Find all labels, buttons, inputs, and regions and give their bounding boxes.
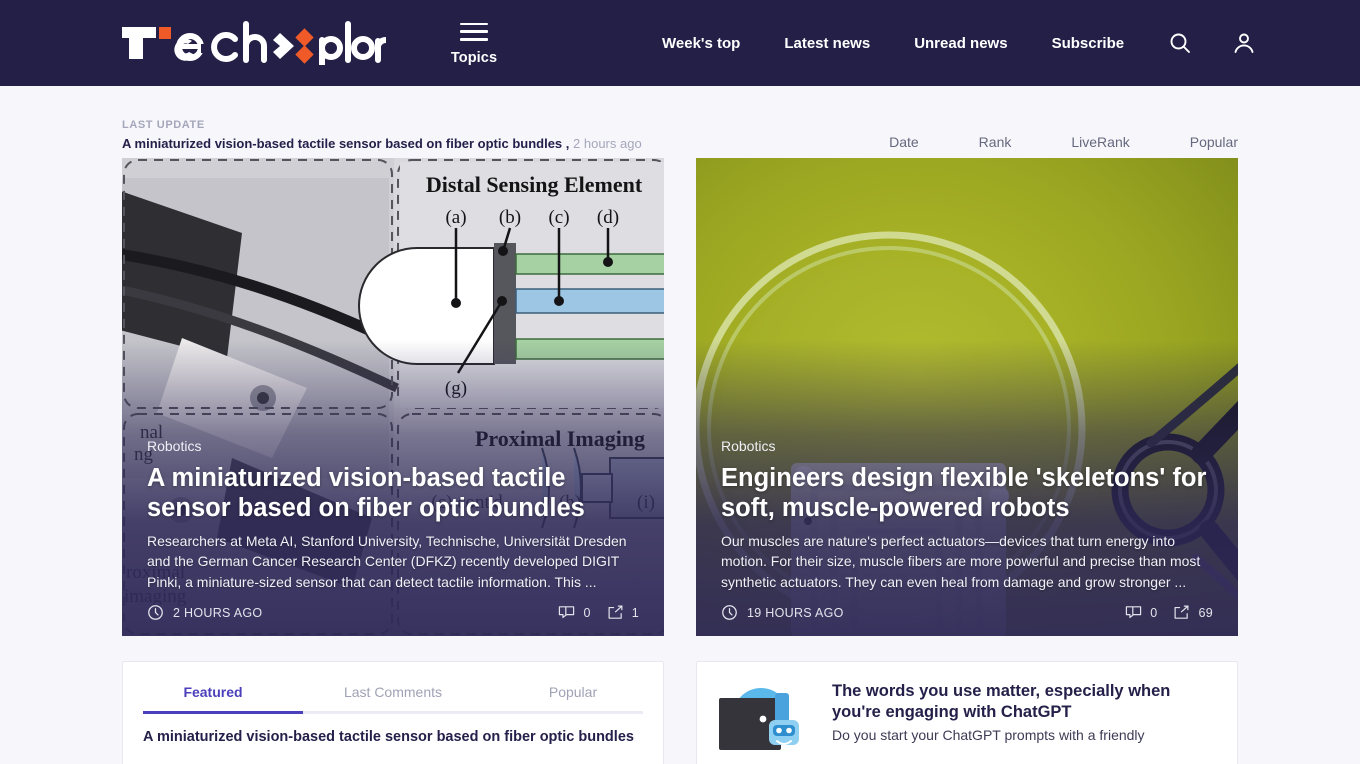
subheader-bar: LAST UPDATE A miniaturized vision-based … — [0, 86, 1360, 158]
user-account-icon[interactable] — [1232, 31, 1256, 55]
hero-time-left: 2 HOURS AGO — [147, 604, 262, 621]
sort-option-popular[interactable]: Popular — [1190, 134, 1238, 150]
hero-meta-right: 19 HOURS AGO 0 69 — [721, 604, 1213, 621]
search-icon[interactable] — [1168, 31, 1192, 55]
sort-option-rank[interactable]: Rank — [979, 134, 1012, 150]
clock-icon — [148, 605, 163, 620]
hero-category-right[interactable]: Robotics — [721, 438, 1213, 454]
hero-content-left: Robotics A miniaturized vision-based tac… — [147, 438, 639, 621]
svg-text:(b): (b) — [499, 207, 521, 228]
featured-panel: Featured Last Comments Popular A miniatu… — [122, 661, 664, 764]
tab-last-comments[interactable]: Last Comments — [303, 684, 483, 714]
share-icon — [608, 605, 623, 619]
hero-timestamp-right: 19 HOURS AGO — [747, 605, 844, 620]
header-icon-group — [1168, 31, 1256, 55]
svg-text:Distal Sensing Element: Distal Sensing Element — [426, 172, 643, 197]
hero-time-right: 19 HOURS AGO — [721, 604, 844, 621]
site-logo[interactable] — [122, 20, 386, 66]
tab-featured[interactable]: Featured — [123, 684, 303, 714]
hero-meta-left: 2 HOURS AGO 0 1 — [147, 604, 639, 621]
hero-share-count-right: 69 — [1198, 605, 1213, 620]
news-item: The words you use matter, especially whe… — [697, 662, 1237, 750]
topics-label: Topics — [450, 49, 498, 66]
news-description: Do you start your ChatGPT prompts with a… — [832, 727, 1145, 744]
hero-description-left: Researchers at Meta AI, Stanford Univers… — [147, 532, 627, 590]
hero-timestamp-left: 2 HOURS AGO — [173, 605, 263, 620]
featured-articles-row: Distal Sensing Element (a) (b) (c) (d) (… — [0, 158, 1360, 636]
hero-card-left[interactable]: Distal Sensing Element (a) (b) (c) (d) (… — [122, 158, 664, 636]
primary-navigation: Week's top Latest news Unread news Subsc… — [662, 35, 1124, 52]
tab-indicator-active — [143, 711, 303, 714]
hamburger-menu-icon — [460, 21, 488, 41]
hero-share-count-left: 1 — [631, 605, 639, 620]
last-update-label: LAST UPDATE — [122, 119, 205, 132]
nav-item-subscribe[interactable]: Subscribe — [1052, 35, 1125, 52]
clock-icon — [722, 605, 737, 620]
news-panel: The words you use matter, especially whe… — [696, 661, 1238, 764]
last-update-timestamp: 2 hours ago — [573, 136, 642, 152]
hero-stats-left: 0 1 — [558, 604, 639, 621]
hero-comments-right[interactable]: 0 — [1125, 604, 1157, 621]
last-update-line: A miniaturized vision-based tactile sens… — [122, 136, 642, 152]
news-thumbnail-robot-laptop[interactable] — [719, 680, 814, 750]
techxplore-logo-icon — [122, 21, 386, 65]
share-icon — [1175, 605, 1189, 619]
nav-item-latest-news[interactable]: Latest news — [784, 35, 870, 52]
sort-option-liverank[interactable]: LiveRank — [1071, 134, 1129, 150]
last-update-title-link[interactable]: A miniaturized vision-based tactile sens… — [122, 136, 569, 151]
sort-options: Date Rank LiveRank Popular — [889, 134, 1238, 158]
tab-popular[interactable]: Popular — [483, 684, 663, 714]
news-title[interactable]: The words you use matter, especially whe… — [832, 681, 1215, 723]
news-text-block: The words you use matter, especially whe… — [832, 680, 1215, 750]
hero-comment-count-right: 0 — [1150, 605, 1158, 620]
nav-item-weeks-top[interactable]: Week's top — [662, 35, 740, 52]
svg-text:(c): (c) — [548, 207, 569, 228]
hero-comment-count-left: 0 — [583, 605, 591, 620]
sort-option-date[interactable]: Date — [889, 134, 919, 150]
hero-description-right: Our muscles are nature's perfect actuato… — [721, 532, 1201, 590]
last-update-block: LAST UPDATE A miniaturized vision-based … — [122, 119, 642, 158]
hero-shares-left[interactable]: 1 — [607, 604, 639, 621]
hero-stats-right: 0 69 — [1125, 604, 1213, 621]
comment-icon — [559, 606, 575, 619]
hero-content-right: Robotics Engineers design flexible 'skel… — [721, 438, 1213, 621]
featured-tabs: Featured Last Comments Popular — [123, 662, 663, 714]
featured-list-item[interactable]: A miniaturized vision-based tactile sens… — [123, 714, 663, 748]
svg-text:(a): (a) — [445, 207, 466, 228]
site-header: Topics Week's top Latest news Unread new… — [0, 0, 1360, 86]
hero-comments-left[interactable]: 0 — [558, 604, 590, 621]
hero-category-left[interactable]: Robotics — [147, 438, 639, 454]
hero-title-right[interactable]: Engineers design flexible 'skeletons' fo… — [721, 463, 1213, 523]
comment-icon — [1126, 606, 1142, 619]
bottom-panels-row: Featured Last Comments Popular A miniatu… — [0, 661, 1360, 764]
hero-title-left[interactable]: A miniaturized vision-based tactile sens… — [147, 463, 639, 523]
hero-card-right[interactable]: Robotics Engineers design flexible 'skel… — [696, 158, 1238, 636]
topics-menu-button[interactable]: Topics — [442, 21, 506, 66]
svg-text:(d): (d) — [597, 207, 619, 228]
hero-shares-right[interactable]: 69 — [1173, 604, 1213, 621]
nav-item-unread-news[interactable]: Unread news — [914, 35, 1007, 52]
